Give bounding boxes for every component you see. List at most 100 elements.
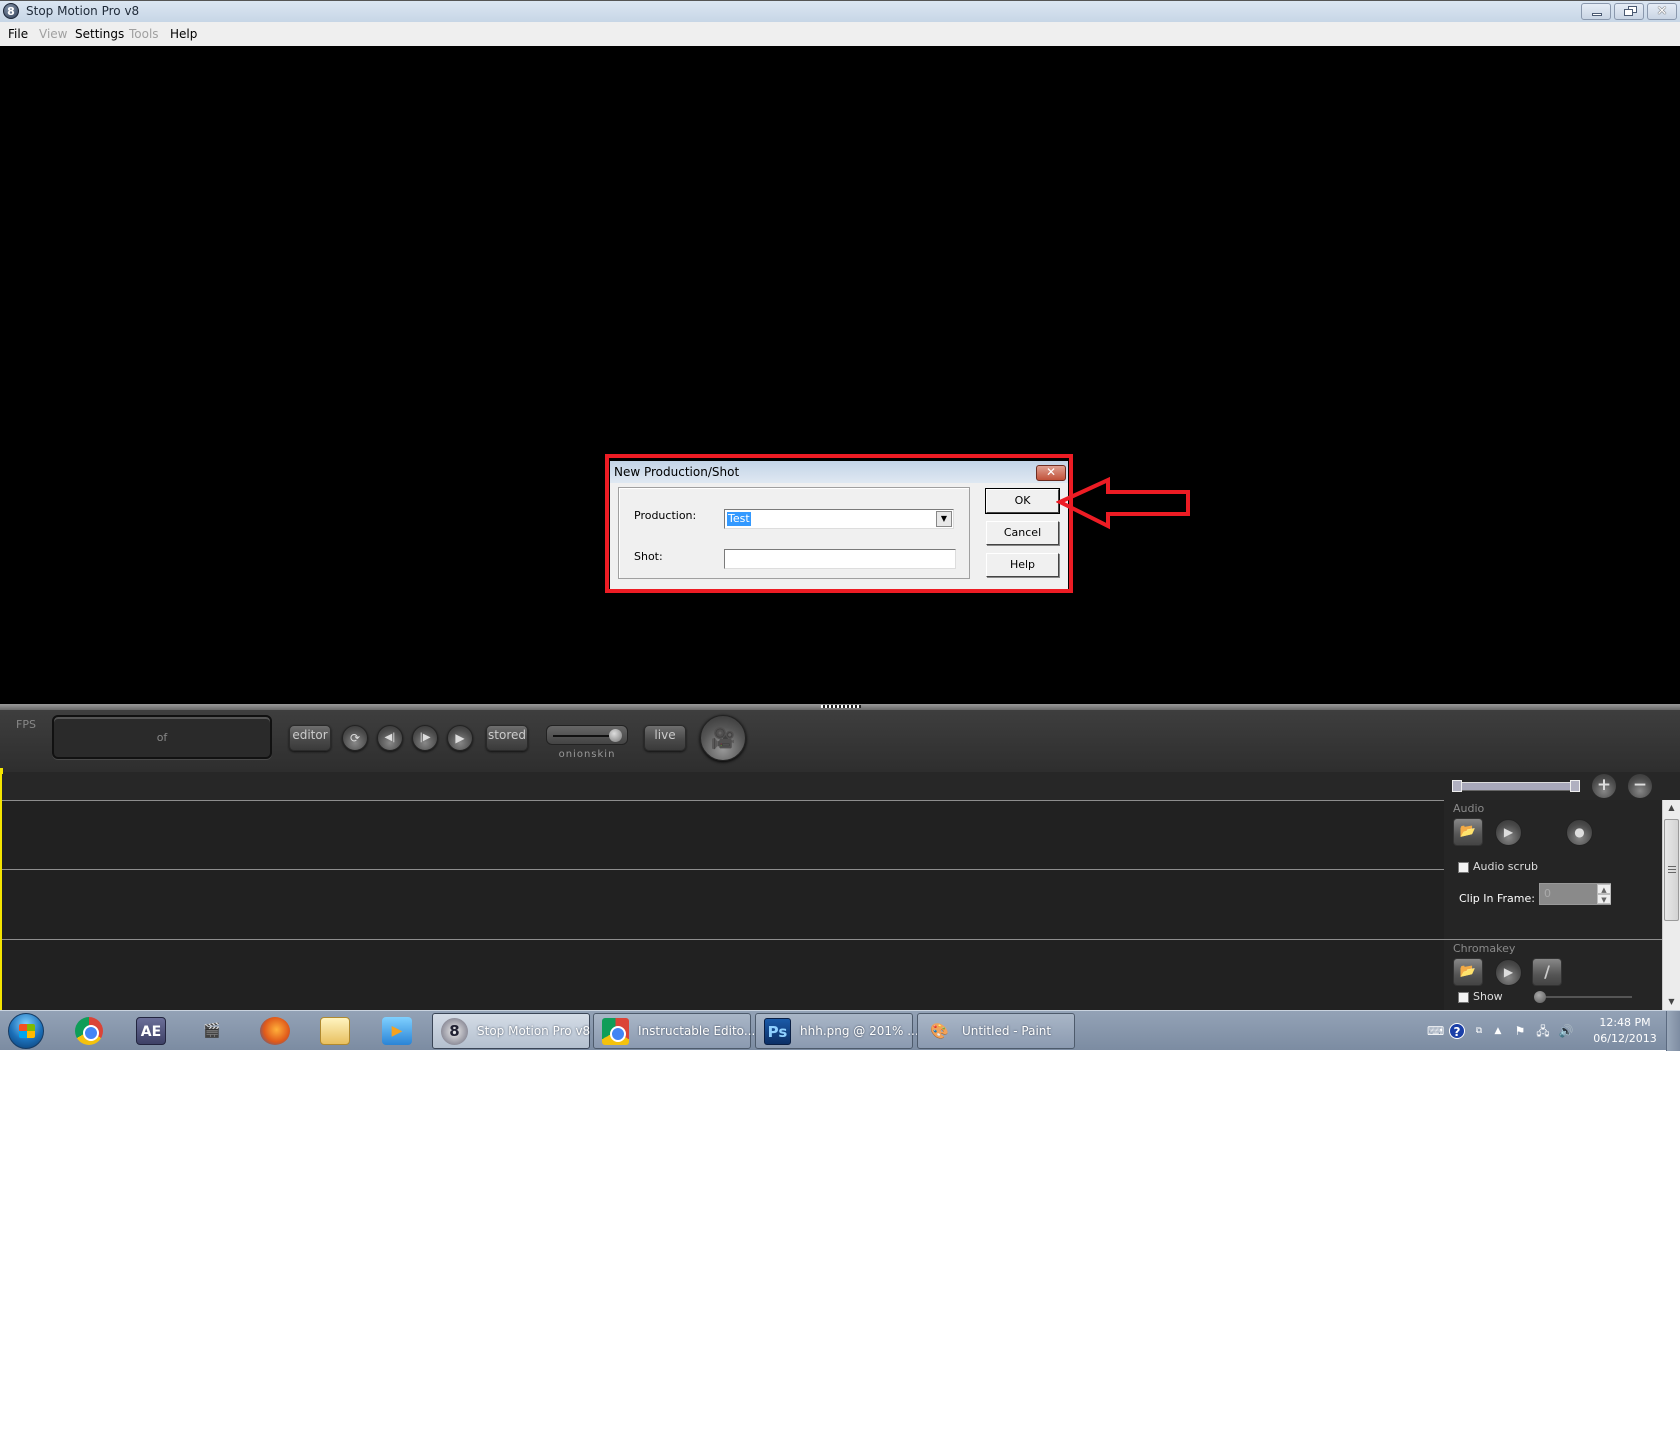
menu-file[interactable]: File [8, 27, 28, 41]
shot-label: Shot: [634, 550, 663, 563]
restore-button[interactable] [1614, 3, 1644, 20]
system-clock[interactable]: 12:48 PM 06/12/2013 [1590, 1015, 1660, 1047]
help-icon[interactable]: ? [1449, 1023, 1465, 1039]
pinned-after-effects-icon[interactable]: AE [136, 1017, 166, 1045]
network-small-icon[interactable]: ⧉ [1471, 1023, 1487, 1039]
splitter-grip-icon[interactable] [821, 705, 861, 708]
task-paint[interactable]: 🎨 Untitled - Paint [917, 1013, 1075, 1049]
close-button[interactable]: ✕ [1647, 3, 1677, 20]
onionskin-slider[interactable] [546, 725, 628, 745]
clip-in-frame-spinner[interactable]: 0 ▲ ▼ [1539, 883, 1611, 905]
play-button[interactable]: ▶ [447, 725, 473, 751]
ok-button[interactable]: OK [985, 488, 1060, 514]
action-center-flag-icon[interactable]: ⚑ [1512, 1023, 1528, 1039]
help-button[interactable]: Help [986, 553, 1059, 577]
cancel-button[interactable]: Cancel [986, 521, 1059, 545]
step-back-button[interactable]: ◀| [377, 725, 403, 751]
scroll-grip-icon [1668, 866, 1676, 873]
dialog-close-button[interactable]: ✕ [1036, 465, 1066, 481]
audio-record-button[interactable]: ● [1566, 819, 1593, 846]
production-combobox[interactable]: Test ▼ [724, 509, 954, 529]
track-divider [2, 800, 1444, 801]
dialog-fields-group: Production: Test ▼ Shot: [618, 487, 970, 579]
audio-open-button[interactable]: 📂 [1453, 818, 1483, 846]
stop-motion-icon: 8 [441, 1018, 468, 1045]
folder-icon: 📂 [1459, 824, 1477, 839]
zoom-in-button[interactable]: + [1592, 774, 1616, 798]
capture-button[interactable]: 🎥 [700, 715, 746, 761]
step-back-icon: ◀| [384, 732, 396, 743]
timeline-zoom-slider[interactable] [1452, 780, 1580, 792]
chromakey-section-label: Chromakey [1453, 942, 1516, 955]
zoom-range-end-handle[interactable] [1570, 780, 1580, 792]
volume-icon[interactable]: 🔊 [1558, 1023, 1574, 1039]
live-button[interactable]: live [644, 725, 686, 751]
scroll-thumb[interactable] [1664, 819, 1679, 921]
chevron-down-icon[interactable]: ▼ [936, 511, 952, 527]
minimize-button[interactable] [1581, 3, 1611, 20]
task-label: Stop Motion Pro v8 [477, 1024, 591, 1038]
spinner-buttons: ▲ ▼ [1597, 884, 1611, 904]
playhead[interactable] [0, 768, 2, 1010]
minus-icon: − [1632, 775, 1648, 795]
playhead-handle[interactable] [0, 768, 3, 774]
panel-scrollbar[interactable]: ▲ ▼ [1662, 800, 1680, 1010]
chromakey-show-checkbox[interactable] [1458, 992, 1469, 1003]
pinned-firefox-icon[interactable] [260, 1017, 290, 1045]
taskbar: AE 🎬 ▶ 8 Stop Motion Pro v8 Instructable… [0, 1010, 1680, 1051]
step-forward-icon: |▶ [419, 732, 431, 743]
chromakey-open-button[interactable]: 📂 [1453, 958, 1483, 986]
task-label: Instructable Edito... [638, 1024, 756, 1038]
frame-counter-display: of [52, 715, 272, 759]
capture-preview [0, 46, 1680, 704]
production-value[interactable]: Test [727, 512, 751, 526]
scroll-up-icon[interactable]: ▲ [1663, 800, 1680, 816]
pinned-media-player-icon[interactable]: ▶ [382, 1017, 412, 1045]
menu-view[interactable]: View [39, 27, 67, 41]
shot-input[interactable] [724, 549, 956, 569]
dialog-titlebar: New Production/Shot ✕ [610, 461, 1068, 483]
audio-play-button[interactable]: ▶ [1495, 819, 1522, 846]
eyedropper-icon: / [1544, 962, 1550, 981]
audio-scrub-label: Audio scrub [1473, 860, 1539, 873]
chromakey-play-button[interactable]: ▶ [1495, 959, 1522, 986]
step-forward-button[interactable]: |▶ [412, 725, 438, 751]
pinned-clapper-icon[interactable]: 🎬 [197, 1017, 227, 1045]
start-button[interactable] [8, 1013, 44, 1049]
network-icon[interactable]: 🖧 [1535, 1023, 1551, 1039]
menu-settings[interactable]: Settings [75, 27, 124, 41]
restore-icon-back [1624, 9, 1633, 16]
spin-down-button[interactable]: ▼ [1597, 894, 1611, 904]
task-photoshop[interactable]: Ps hhh.png @ 201% ... [755, 1013, 919, 1049]
stored-button[interactable]: stored [486, 725, 528, 751]
pinned-chrome-icon[interactable] [75, 1017, 103, 1045]
clip-in-frame-value[interactable]: 0 [1544, 887, 1551, 900]
editor-button[interactable]: editor [289, 725, 331, 751]
windows-logo-icon [19, 1024, 35, 1038]
spin-up-button[interactable]: ▲ [1597, 884, 1611, 894]
chromakey-show-label: Show [1473, 990, 1503, 1003]
task-chrome[interactable]: Instructable Edito... [593, 1013, 755, 1049]
photoshop-icon: Ps [764, 1018, 791, 1045]
loop-button[interactable]: ⟳ [342, 725, 368, 751]
menu-help[interactable]: Help [170, 27, 197, 41]
window-titlebar: 8 Stop Motion Pro v8 ✕ [0, 0, 1680, 22]
onionskin-thumb[interactable] [609, 729, 622, 742]
audio-scrub-checkbox[interactable] [1458, 862, 1469, 873]
camera-icon: 🎥 [710, 726, 736, 750]
app-icon: 8 [3, 3, 19, 19]
chromakey-threshold-thumb[interactable] [1534, 991, 1546, 1003]
scroll-down-icon[interactable]: ▼ [1663, 994, 1680, 1010]
keyboard-icon[interactable]: ⌨ [1427, 1023, 1444, 1039]
pinned-explorer-icon[interactable] [320, 1017, 350, 1045]
task-label: hhh.png @ 201% ... [800, 1024, 919, 1038]
zoom-out-button[interactable]: − [1628, 774, 1652, 798]
chromakey-threshold-slider[interactable] [1534, 991, 1632, 1003]
show-hidden-icon[interactable]: ▲ [1490, 1023, 1506, 1039]
show-desktop-button[interactable] [1666, 1011, 1680, 1051]
zoom-range-start-handle[interactable] [1452, 780, 1462, 792]
menu-tools[interactable]: Tools [129, 27, 159, 41]
plus-icon: + [1596, 775, 1612, 795]
task-stop-motion-pro[interactable]: 8 Stop Motion Pro v8 [432, 1013, 590, 1049]
color-picker-button[interactable]: / [1532, 958, 1562, 986]
